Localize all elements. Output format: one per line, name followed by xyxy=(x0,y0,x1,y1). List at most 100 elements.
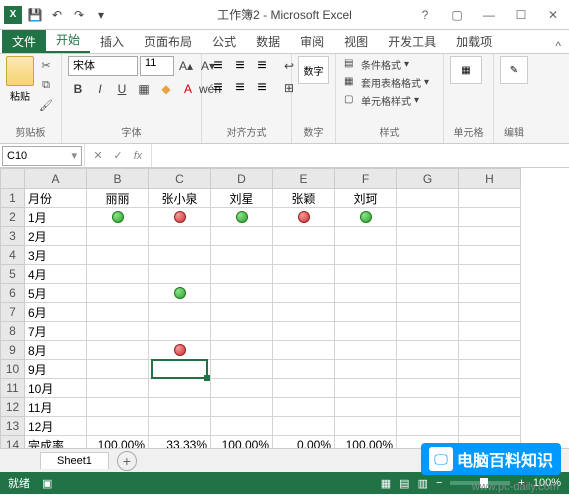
row-header-5[interactable]: 5 xyxy=(1,265,25,284)
select-all-corner[interactable] xyxy=(1,169,25,189)
cell-A14[interactable]: 完成率 xyxy=(25,436,87,449)
cell-A2[interactable]: 1月 xyxy=(25,208,87,227)
cell-A6[interactable]: 5月 xyxy=(25,284,87,303)
column-header-C[interactable]: C xyxy=(149,169,211,189)
ribbon-collapse-button[interactable]: ^ xyxy=(547,39,569,53)
fill-color-button[interactable]: ◆ xyxy=(156,79,176,99)
column-header-B[interactable]: B xyxy=(87,169,149,189)
close-button[interactable]: ✕ xyxy=(541,5,565,25)
editing-button[interactable]: ✎ xyxy=(500,56,528,84)
tab-view[interactable]: 视图 xyxy=(334,30,378,53)
name-box[interactable]: C10▾ xyxy=(2,146,82,166)
zoom-out-button[interactable]: − xyxy=(436,477,442,489)
cell-F1[interactable]: 刘珂 xyxy=(335,189,397,208)
maximize-button[interactable]: ☐ xyxy=(509,5,533,25)
cell-A9[interactable]: 8月 xyxy=(25,341,87,360)
cell-H2[interactable] xyxy=(459,208,521,227)
cell-G11[interactable] xyxy=(397,379,459,398)
align-right-button[interactable]: ≡ xyxy=(252,78,272,98)
cell-D4[interactable] xyxy=(211,246,273,265)
cell-A12[interactable]: 11月 xyxy=(25,398,87,417)
cell-E14[interactable]: 0.00% xyxy=(273,436,335,449)
fx-button[interactable]: fx xyxy=(129,147,147,165)
cell-E12[interactable] xyxy=(273,398,335,417)
cell-B14[interactable]: 100.00% xyxy=(87,436,149,449)
cell-E10[interactable] xyxy=(273,360,335,379)
row-header-13[interactable]: 13 xyxy=(1,417,25,436)
cell-D6[interactable] xyxy=(211,284,273,303)
cell-G5[interactable] xyxy=(397,265,459,284)
cell-F5[interactable] xyxy=(335,265,397,284)
cell-G3[interactable] xyxy=(397,227,459,246)
cell-B13[interactable] xyxy=(87,417,149,436)
cell-H8[interactable] xyxy=(459,322,521,341)
row-header-7[interactable]: 7 xyxy=(1,303,25,322)
formula-input[interactable] xyxy=(152,146,569,166)
cell-A5[interactable]: 4月 xyxy=(25,265,87,284)
cell-D13[interactable] xyxy=(211,417,273,436)
row-header-4[interactable]: 4 xyxy=(1,246,25,265)
cell-H6[interactable] xyxy=(459,284,521,303)
cell-G1[interactable] xyxy=(397,189,459,208)
cell-C14[interactable]: 33.33% xyxy=(149,436,211,449)
worksheet-grid[interactable]: ABCDEFGH1月份丽丽张小泉刘星张颖刘珂21月32月43月54月65月76月… xyxy=(0,168,569,448)
row-header-12[interactable]: 12 xyxy=(1,398,25,417)
cell-B8[interactable] xyxy=(87,322,149,341)
align-top-button[interactable]: ≡ xyxy=(208,56,228,76)
cell-E13[interactable] xyxy=(273,417,335,436)
cell-F11[interactable] xyxy=(335,379,397,398)
format-painter-button[interactable]: 🖌 xyxy=(37,96,55,114)
cell-C7[interactable] xyxy=(149,303,211,322)
cell-D7[interactable] xyxy=(211,303,273,322)
cell-E2[interactable] xyxy=(273,208,335,227)
cell-D9[interactable] xyxy=(211,341,273,360)
cell-F13[interactable] xyxy=(335,417,397,436)
number-format-button[interactable]: 数字 xyxy=(298,56,329,84)
cell-G7[interactable] xyxy=(397,303,459,322)
cell-C13[interactable] xyxy=(149,417,211,436)
cell-H12[interactable] xyxy=(459,398,521,417)
cell-B12[interactable] xyxy=(87,398,149,417)
cancel-formula-button[interactable]: ✕ xyxy=(89,147,107,165)
cell-G2[interactable] xyxy=(397,208,459,227)
cell-C5[interactable] xyxy=(149,265,211,284)
border-button[interactable]: ▦ xyxy=(134,79,154,99)
cell-C10[interactable] xyxy=(149,360,211,379)
cell-G12[interactable] xyxy=(397,398,459,417)
cell-G13[interactable] xyxy=(397,417,459,436)
cell-H4[interactable] xyxy=(459,246,521,265)
paste-button[interactable]: 粘贴 xyxy=(6,56,34,103)
row-header-6[interactable]: 6 xyxy=(1,284,25,303)
cell-C8[interactable] xyxy=(149,322,211,341)
ribbon-options-button[interactable]: ▢ xyxy=(445,5,469,25)
macro-record-icon[interactable]: ▣ xyxy=(42,477,52,490)
tab-addins[interactable]: 加载项 xyxy=(446,30,502,53)
cell-E11[interactable] xyxy=(273,379,335,398)
cell-B1[interactable]: 丽丽 xyxy=(87,189,149,208)
qat-customize-button[interactable]: ▾ xyxy=(92,6,110,24)
cell-H5[interactable] xyxy=(459,265,521,284)
cell-D5[interactable] xyxy=(211,265,273,284)
tab-developer[interactable]: 开发工具 xyxy=(378,30,446,53)
cell-H3[interactable] xyxy=(459,227,521,246)
cell-F14[interactable]: 100.00% xyxy=(335,436,397,449)
column-header-E[interactable]: E xyxy=(273,169,335,189)
cell-F2[interactable] xyxy=(335,208,397,227)
column-header-A[interactable]: A xyxy=(25,169,87,189)
cell-C3[interactable] xyxy=(149,227,211,246)
cell-A11[interactable]: 10月 xyxy=(25,379,87,398)
cell-A4[interactable]: 3月 xyxy=(25,246,87,265)
cell-B6[interactable] xyxy=(87,284,149,303)
align-middle-button[interactable]: ≡ xyxy=(230,56,250,76)
cell-C11[interactable] xyxy=(149,379,211,398)
cell-D1[interactable]: 刘星 xyxy=(211,189,273,208)
cell-E8[interactable] xyxy=(273,322,335,341)
view-layout-button[interactable]: ▤ xyxy=(399,477,409,490)
cell-H13[interactable] xyxy=(459,417,521,436)
row-header-11[interactable]: 11 xyxy=(1,379,25,398)
cell-G4[interactable] xyxy=(397,246,459,265)
format-table-button[interactable]: ▦ 套用表格格式▾ xyxy=(342,74,431,91)
row-header-3[interactable]: 3 xyxy=(1,227,25,246)
tab-home[interactable]: 开始 xyxy=(46,28,90,53)
cell-D11[interactable] xyxy=(211,379,273,398)
